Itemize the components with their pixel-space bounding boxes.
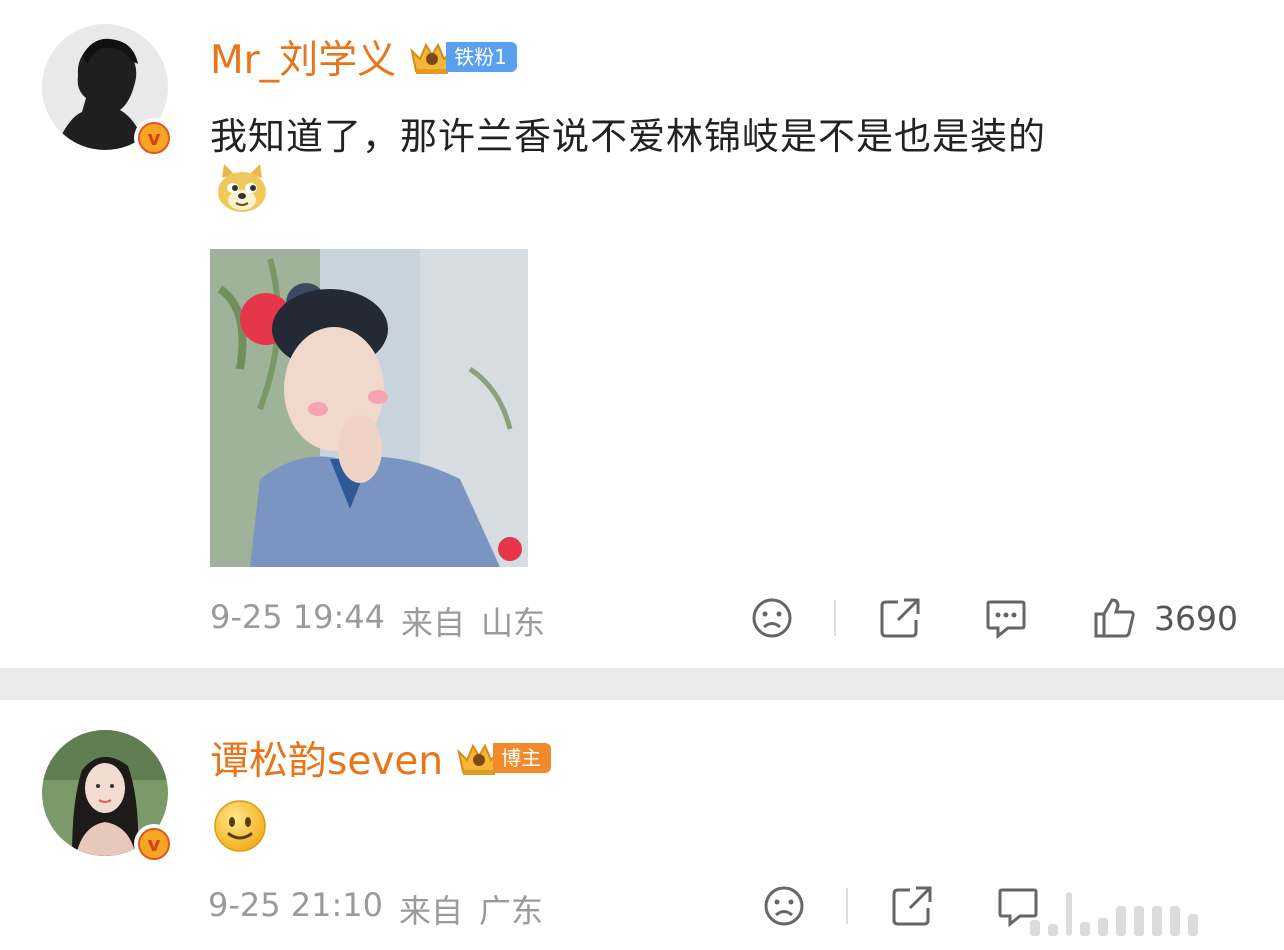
comment-actions [762, 884, 1040, 928]
comment-item: v Mr_刘学义 铁粉1 我知道了，那许兰香说不爱林锦岐是不是也是装的 9-25… [0, 0, 1284, 668]
verified-icon: v [134, 824, 174, 864]
smile-emoji [214, 800, 266, 852]
fan-level-label: 铁粉1 [446, 42, 517, 72]
avatar[interactable]: v [42, 730, 174, 864]
username[interactable]: 谭松韵seven [210, 730, 443, 786]
like-count: 3690 [1154, 598, 1238, 638]
comment-photo[interactable] [210, 249, 528, 567]
comment-meta: 9-25 19:44 来自 山东 [210, 598, 545, 644]
location: 山东 [481, 604, 546, 642]
source-label: 来自 [401, 604, 466, 642]
sad-face-icon[interactable] [750, 596, 794, 640]
blogger-label: 博主 [493, 743, 552, 773]
sad-face-icon[interactable] [762, 884, 806, 928]
comment-icon[interactable] [984, 596, 1028, 640]
comment-meta: 9-25 21:10 来自 广东 [208, 886, 543, 932]
source-label: 来自 [399, 892, 464, 930]
comment-item: v 谭松韵seven 博主 9-25 21:10 来自 广东 [0, 700, 1284, 950]
share-icon[interactable] [890, 884, 934, 928]
username[interactable]: Mr_刘学义 [210, 29, 396, 85]
comment-actions: 3690 [750, 596, 1238, 640]
timestamp: 9-25 19:44 [210, 598, 386, 636]
comment-text: 我知道了，那许兰香说不爱林锦岐是不是也是装的 [210, 115, 1046, 158]
doge-emoji [218, 164, 266, 212]
fan-badge[interactable]: 铁粉1 [408, 39, 517, 75]
share-icon[interactable] [878, 596, 922, 640]
action-separator [846, 888, 848, 924]
blogger-badge[interactable]: 博主 [455, 740, 552, 776]
watermark [1030, 888, 1198, 936]
action-separator [834, 600, 836, 636]
verified-icon: v [134, 118, 174, 158]
location: 广东 [479, 892, 544, 930]
comment-divider [0, 668, 1284, 700]
timestamp: 9-25 21:10 [208, 886, 384, 924]
like-icon[interactable] [1092, 596, 1136, 640]
avatar[interactable]: v [42, 24, 174, 158]
